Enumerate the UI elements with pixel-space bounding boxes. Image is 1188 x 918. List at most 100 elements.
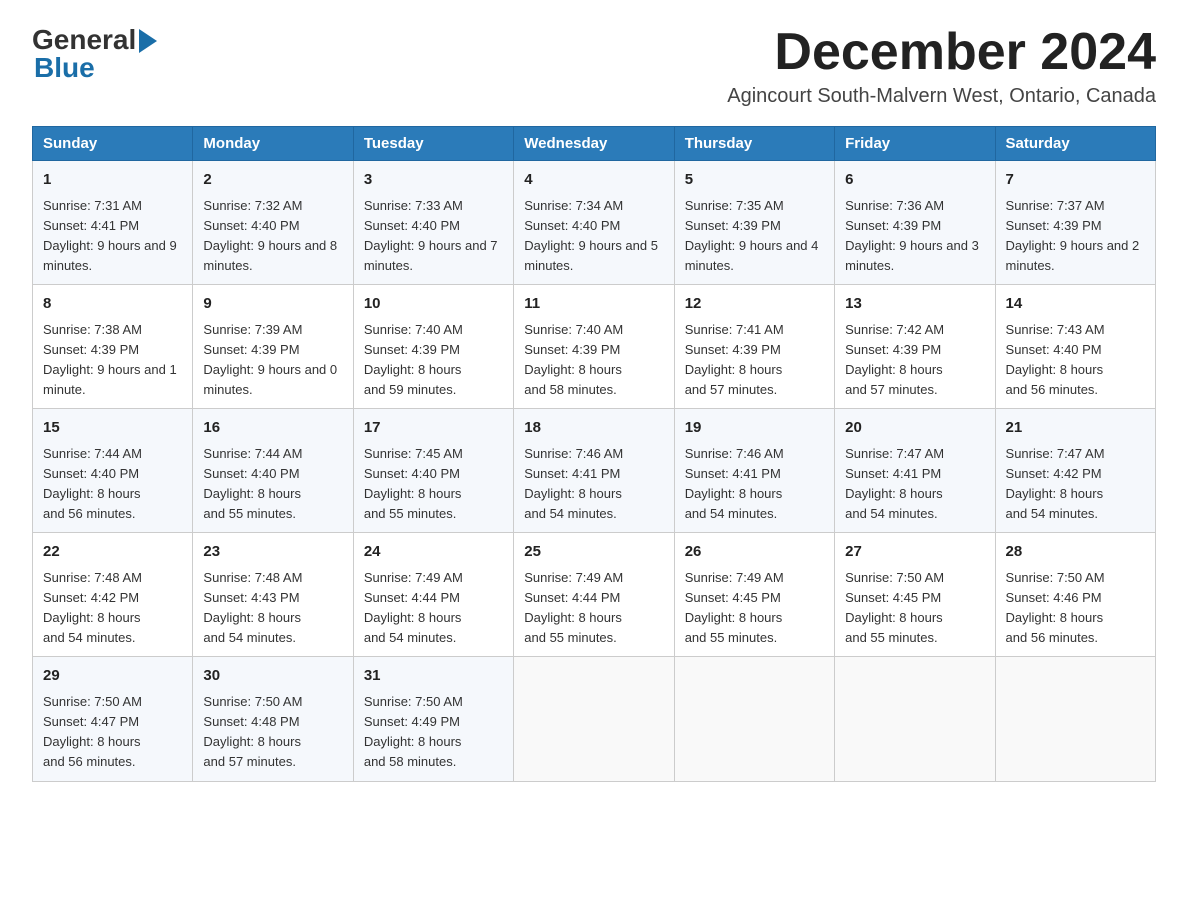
day-number: 22 xyxy=(43,541,182,564)
calendar-cell: 9Sunrise: 7:39 AMSunset: 4:39 PMDaylight… xyxy=(193,285,353,409)
calendar-week-row: 8 Sunrise: 7:38 AMSunset: 4:39 PMDaylight… xyxy=(33,285,1156,409)
calendar-cell: 26Sunrise: 7:49 AMSunset: 4:45 PMDayligh… xyxy=(674,533,834,657)
day-number: 23 xyxy=(203,541,342,564)
day-info: Sunrise: 7:46 AMSunset: 4:41 PMDaylight:… xyxy=(524,444,663,525)
day-info: Sunrise: 7:49 AMSunset: 4:44 PMDaylight:… xyxy=(364,568,503,649)
calendar-cell: 23 Sunrise: 7:48 AMSunset: 4:43 PMDayligh… xyxy=(193,533,353,657)
calendar-cell: 2 Sunrise: 7:32 AMSunset: 4:40 PMDaylight… xyxy=(193,161,353,285)
header: General Blue December 2024 Agincourt Sou… xyxy=(32,24,1156,108)
calendar-table: SundayMondayTuesdayWednesdayThursdayFrid… xyxy=(32,126,1156,781)
day-info: Sunrise: 7:33 AMSunset: 4:40 PMDaylight:… xyxy=(364,196,503,277)
day-number: 12 xyxy=(685,293,824,316)
calendar-cell: 1 Sunrise: 7:31 AMSunset: 4:41 PMDaylight… xyxy=(33,161,193,285)
calendar-cell: 3 Sunrise: 7:33 AMSunset: 4:40 PMDaylight… xyxy=(353,161,513,285)
day-info: Sunrise: 7:49 AMSunset: 4:44 PMDaylight:… xyxy=(524,568,663,649)
day-number: 6 xyxy=(845,169,984,192)
day-info: Sunrise: 7:36 AMSunset: 4:39 PMDaylight:… xyxy=(845,196,984,277)
day-info: Sunrise: 7:48 AMSunset: 4:43 PMDaylight:… xyxy=(203,568,342,649)
calendar-week-row: 1 Sunrise: 7:31 AMSunset: 4:41 PMDaylight… xyxy=(33,161,1156,285)
day-number: 2 xyxy=(203,169,342,192)
calendar-cell xyxy=(835,657,995,781)
calendar-cell: 21Sunrise: 7:47 AMSunset: 4:42 PMDayligh… xyxy=(995,409,1155,533)
logo-blue-text: Blue xyxy=(34,52,157,84)
calendar-cell: 13 Sunrise: 7:42 AMSunset: 4:39 PMDayligh… xyxy=(835,285,995,409)
title-area: December 2024 Agincourt South-Malvern We… xyxy=(727,24,1156,108)
day-info: Sunrise: 7:38 AMSunset: 4:39 PMDaylight:… xyxy=(43,320,182,401)
day-info: Sunrise: 7:49 AMSunset: 4:45 PMDaylight:… xyxy=(685,568,824,649)
day-number: 3 xyxy=(364,169,503,192)
logo-arrow-icon xyxy=(139,29,157,53)
calendar-cell xyxy=(674,657,834,781)
calendar-cell: 11 Sunrise: 7:40 AMSunset: 4:39 PMDayligh… xyxy=(514,285,674,409)
day-number: 19 xyxy=(685,417,824,440)
day-number: 11 xyxy=(524,293,663,316)
day-number: 5 xyxy=(685,169,824,192)
calendar-cell xyxy=(995,657,1155,781)
calendar-cell: 12 Sunrise: 7:41 AMSunset: 4:39 PMDayligh… xyxy=(674,285,834,409)
day-info: Sunrise: 7:44 AMSunset: 4:40 PMDaylight:… xyxy=(43,444,182,525)
day-info: Sunrise: 7:45 AMSunset: 4:40 PMDaylight:… xyxy=(364,444,503,525)
day-info: Sunrise: 7:31 AMSunset: 4:41 PMDaylight:… xyxy=(43,196,182,277)
calendar-cell: 19Sunrise: 7:46 AMSunset: 4:41 PMDayligh… xyxy=(674,409,834,533)
calendar-cell: 15 Sunrise: 7:44 AMSunset: 4:40 PMDayligh… xyxy=(33,409,193,533)
day-number: 10 xyxy=(364,293,503,316)
subtitle: Agincourt South-Malvern West, Ontario, C… xyxy=(727,85,1156,108)
calendar-week-row: 22 Sunrise: 7:48 AMSunset: 4:42 PMDayligh… xyxy=(33,533,1156,657)
day-number: 8 xyxy=(43,293,182,316)
day-info: Sunrise: 7:32 AMSunset: 4:40 PMDaylight:… xyxy=(203,196,342,277)
calendar-cell xyxy=(514,657,674,781)
day-number: 13 xyxy=(845,293,984,316)
day-info: Sunrise: 7:40 AMSunset: 4:39 PMDaylight:… xyxy=(364,320,503,401)
calendar-cell: 28 Sunrise: 7:50 AMSunset: 4:46 PMDayligh… xyxy=(995,533,1155,657)
day-number: 20 xyxy=(845,417,984,440)
header-thursday: Thursday xyxy=(674,127,834,161)
calendar-cell: 27Sunrise: 7:50 AMSunset: 4:45 PMDayligh… xyxy=(835,533,995,657)
calendar-cell: 7 Sunrise: 7:37 AMSunset: 4:39 PMDaylight… xyxy=(995,161,1155,285)
header-friday: Friday xyxy=(835,127,995,161)
day-number: 15 xyxy=(43,417,182,440)
calendar-cell: 5Sunrise: 7:35 AMSunset: 4:39 PMDaylight… xyxy=(674,161,834,285)
day-number: 16 xyxy=(203,417,342,440)
main-title: December 2024 xyxy=(727,24,1156,81)
day-number: 29 xyxy=(43,665,182,688)
day-info: Sunrise: 7:44 AMSunset: 4:40 PMDaylight:… xyxy=(203,444,342,525)
day-info: Sunrise: 7:47 AMSunset: 4:41 PMDaylight:… xyxy=(845,444,984,525)
calendar-week-row: 15 Sunrise: 7:44 AMSunset: 4:40 PMDayligh… xyxy=(33,409,1156,533)
calendar-cell: 8 Sunrise: 7:38 AMSunset: 4:39 PMDaylight… xyxy=(33,285,193,409)
day-info: Sunrise: 7:50 AMSunset: 4:49 PMDaylight:… xyxy=(364,692,503,773)
calendar-cell: 25Sunrise: 7:49 AMSunset: 4:44 PMDayligh… xyxy=(514,533,674,657)
header-monday: Monday xyxy=(193,127,353,161)
calendar-cell: 29 Sunrise: 7:50 AMSunset: 4:47 PMDayligh… xyxy=(33,657,193,781)
calendar-cell: 16 Sunrise: 7:44 AMSunset: 4:40 PMDayligh… xyxy=(193,409,353,533)
day-number: 14 xyxy=(1006,293,1145,316)
calendar-cell: 17Sunrise: 7:45 AMSunset: 4:40 PMDayligh… xyxy=(353,409,513,533)
calendar-cell: 10 Sunrise: 7:40 AMSunset: 4:39 PMDayligh… xyxy=(353,285,513,409)
day-number: 18 xyxy=(524,417,663,440)
day-info: Sunrise: 7:50 AMSunset: 4:48 PMDaylight:… xyxy=(203,692,342,773)
day-number: 24 xyxy=(364,541,503,564)
calendar-header-row: SundayMondayTuesdayWednesdayThursdayFrid… xyxy=(33,127,1156,161)
day-info: Sunrise: 7:43 AMSunset: 4:40 PMDaylight:… xyxy=(1006,320,1145,401)
header-saturday: Saturday xyxy=(995,127,1155,161)
day-info: Sunrise: 7:50 AMSunset: 4:47 PMDaylight:… xyxy=(43,692,182,773)
header-wednesday: Wednesday xyxy=(514,127,674,161)
day-info: Sunrise: 7:39 AMSunset: 4:39 PMDaylight:… xyxy=(203,320,342,401)
calendar-cell: 22 Sunrise: 7:48 AMSunset: 4:42 PMDayligh… xyxy=(33,533,193,657)
day-info: Sunrise: 7:42 AMSunset: 4:39 PMDaylight:… xyxy=(845,320,984,401)
day-number: 4 xyxy=(524,169,663,192)
day-info: Sunrise: 7:37 AMSunset: 4:39 PMDaylight:… xyxy=(1006,196,1145,277)
day-number: 1 xyxy=(43,169,182,192)
day-number: 21 xyxy=(1006,417,1145,440)
day-info: Sunrise: 7:40 AMSunset: 4:39 PMDaylight:… xyxy=(524,320,663,401)
calendar-cell: 18 Sunrise: 7:46 AMSunset: 4:41 PMDayligh… xyxy=(514,409,674,533)
calendar-cell: 14 Sunrise: 7:43 AMSunset: 4:40 PMDayligh… xyxy=(995,285,1155,409)
calendar-cell: 4Sunrise: 7:34 AMSunset: 4:40 PMDaylight… xyxy=(514,161,674,285)
day-number: 7 xyxy=(1006,169,1145,192)
day-info: Sunrise: 7:50 AMSunset: 4:46 PMDaylight:… xyxy=(1006,568,1145,649)
calendar-cell: 20 Sunrise: 7:47 AMSunset: 4:41 PMDayligh… xyxy=(835,409,995,533)
day-number: 28 xyxy=(1006,541,1145,564)
calendar-cell: 24 Sunrise: 7:49 AMSunset: 4:44 PMDayligh… xyxy=(353,533,513,657)
day-number: 31 xyxy=(364,665,503,688)
day-info: Sunrise: 7:48 AMSunset: 4:42 PMDaylight:… xyxy=(43,568,182,649)
day-info: Sunrise: 7:41 AMSunset: 4:39 PMDaylight:… xyxy=(685,320,824,401)
